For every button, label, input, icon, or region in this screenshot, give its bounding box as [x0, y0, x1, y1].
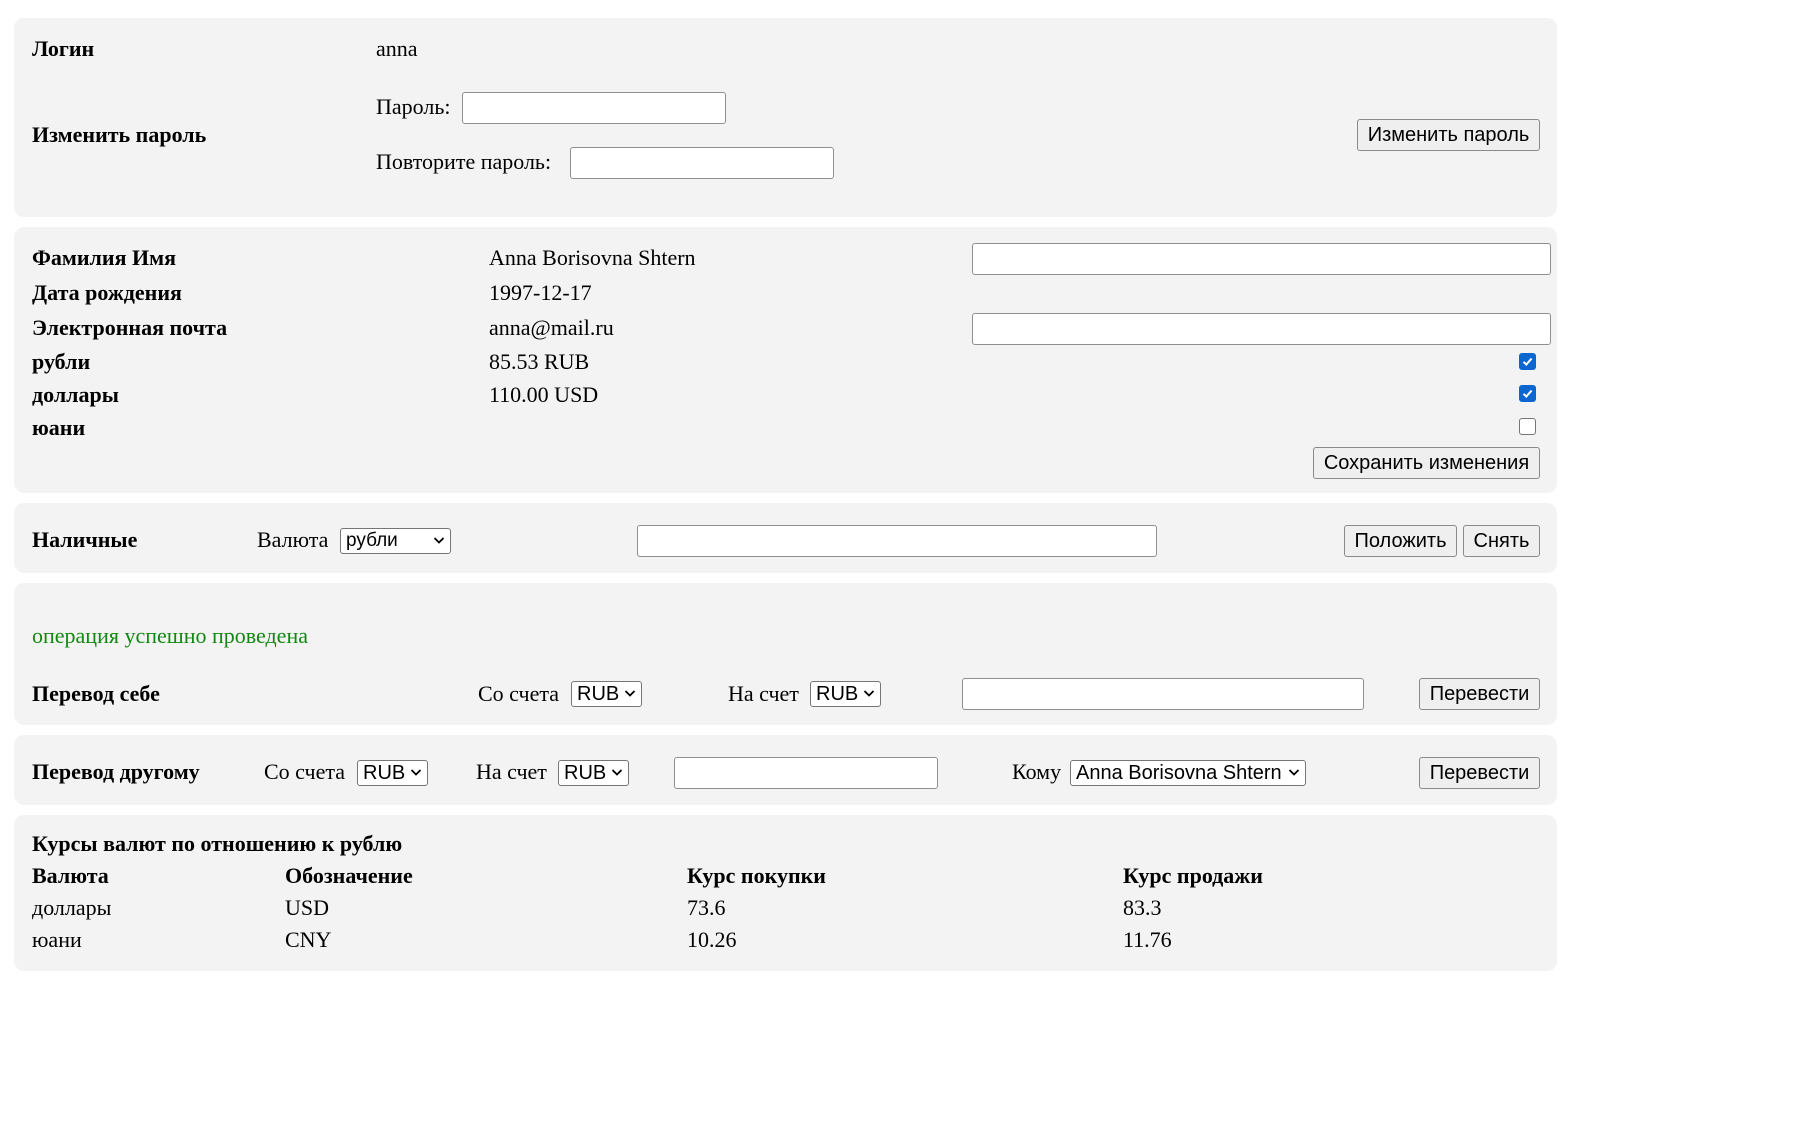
rate-cell-sell: 11.76	[1123, 927, 1172, 952]
self-from-label: Со счета	[478, 681, 559, 706]
chevron-down-icon	[863, 690, 875, 697]
self-transfer-panel: операция успешно проведена Перевод себе …	[14, 583, 1557, 725]
account-panel: Логин anna Изменить пароль Пароль: Повто…	[14, 18, 1557, 217]
other-from-select[interactable]: RUB	[357, 760, 428, 786]
rate-cell-currency: юани	[32, 927, 82, 952]
login-label: Логин	[32, 36, 95, 61]
self-to-label: На счет	[728, 681, 799, 706]
operation-status-message: операция успешно проведена	[32, 623, 308, 648]
cash-currency-select[interactable]: рубли	[340, 528, 451, 554]
rate-cell-code: CNY	[285, 927, 332, 952]
recipient-label: Кому	[1012, 759, 1062, 784]
account-usd-checkbox[interactable]	[1519, 385, 1536, 402]
chevron-down-icon	[433, 537, 445, 544]
account-rub-balance: 85.53 RUB	[489, 349, 590, 374]
email-label: Электронная почта	[32, 315, 228, 340]
cash-panel: Наличные Валюта рубли Положить Снять	[14, 503, 1557, 573]
other-to-select[interactable]: RUB	[558, 760, 629, 786]
rates-header-code: Обозначение	[285, 863, 413, 888]
password-input[interactable]	[462, 92, 726, 124]
change-password-button[interactable]: Изменить пароль	[1357, 119, 1540, 151]
change-password-label: Изменить пароль	[32, 122, 207, 147]
self-from-selected: RUB	[577, 683, 620, 705]
withdraw-button[interactable]: Снять	[1463, 525, 1540, 557]
email-value: anna@mail.ru	[489, 315, 614, 340]
account-usd-label: доллары	[32, 382, 119, 407]
cash-currency-label: Валюта	[257, 527, 329, 552]
rates-title: Курсы валют по отношению к рублю	[32, 831, 403, 856]
rate-cell-code: USD	[285, 895, 330, 920]
rates-header-buy: Курс покупки	[687, 863, 826, 888]
self-transfer-button[interactable]: Перевести	[1419, 678, 1540, 710]
login-value: anna	[376, 36, 418, 61]
check-icon	[1522, 389, 1533, 398]
other-transfer-panel: Перевод другому Со счета RUB На счет RUB…	[14, 735, 1557, 805]
recipient-select[interactable]: Anna Borisovna Shtern	[1070, 760, 1306, 786]
fullname-value: Anna Borisovna Shtern	[489, 245, 696, 270]
rate-cell-sell: 83.3	[1123, 895, 1162, 920]
account-rub-label: рубли	[32, 349, 91, 374]
self-transfer-title: Перевод себе	[32, 681, 160, 706]
profile-panel: Фамилия Имя Anna Borisovna Shtern Дата р…	[14, 227, 1557, 493]
cash-amount-input[interactable]	[637, 525, 1157, 557]
repeat-password-label: Повторите пароль:	[376, 149, 552, 174]
chevron-down-icon	[611, 769, 623, 776]
birthdate-value: 1997-12-17	[489, 280, 592, 305]
other-from-selected: RUB	[363, 762, 406, 784]
account-usd-balance: 110.00 USD	[489, 382, 599, 407]
rates-header-currency: Валюта	[32, 863, 109, 888]
deposit-button[interactable]: Положить	[1344, 525, 1457, 557]
other-to-selected: RUB	[564, 762, 607, 784]
other-transfer-button[interactable]: Перевести	[1419, 757, 1540, 789]
save-changes-button[interactable]: Сохранить изменения	[1313, 447, 1540, 479]
self-to-select[interactable]: RUB	[810, 681, 881, 707]
password-label: Пароль:	[376, 94, 451, 119]
other-to-label: На счет	[476, 759, 547, 784]
chevron-down-icon	[1288, 769, 1300, 776]
rate-cell-buy: 73.6	[687, 895, 726, 920]
repeat-password-input[interactable]	[570, 147, 834, 179]
birthdate-label: Дата рождения	[32, 280, 182, 305]
other-transfer-title: Перевод другому	[32, 759, 200, 784]
account-cny-label: юани	[32, 415, 86, 440]
chevron-down-icon	[624, 690, 636, 697]
cash-currency-selected: рубли	[346, 530, 398, 551]
account-rub-checkbox[interactable]	[1519, 353, 1536, 370]
chevron-down-icon	[410, 769, 422, 776]
account-cny-checkbox[interactable]	[1519, 418, 1536, 435]
self-from-select[interactable]: RUB	[571, 681, 642, 707]
other-from-label: Со счета	[264, 759, 345, 784]
rate-cell-currency: доллары	[32, 895, 112, 920]
rates-header-sell: Курс продажи	[1123, 863, 1263, 888]
rate-cell-buy: 10.26	[687, 927, 737, 952]
fullname-input[interactable]	[972, 243, 1551, 275]
email-input[interactable]	[972, 313, 1551, 345]
recipient-selected: Anna Borisovna Shtern	[1076, 762, 1282, 784]
cash-title: Наличные	[32, 527, 138, 552]
fullname-label: Фамилия Имя	[32, 245, 176, 270]
other-transfer-amount-input[interactable]	[674, 757, 938, 789]
check-icon	[1522, 357, 1533, 366]
self-to-selected: RUB	[816, 683, 859, 705]
rates-panel: Курсы валют по отношению к рублю Валюта …	[14, 815, 1557, 971]
self-transfer-amount-input[interactable]	[962, 678, 1364, 710]
